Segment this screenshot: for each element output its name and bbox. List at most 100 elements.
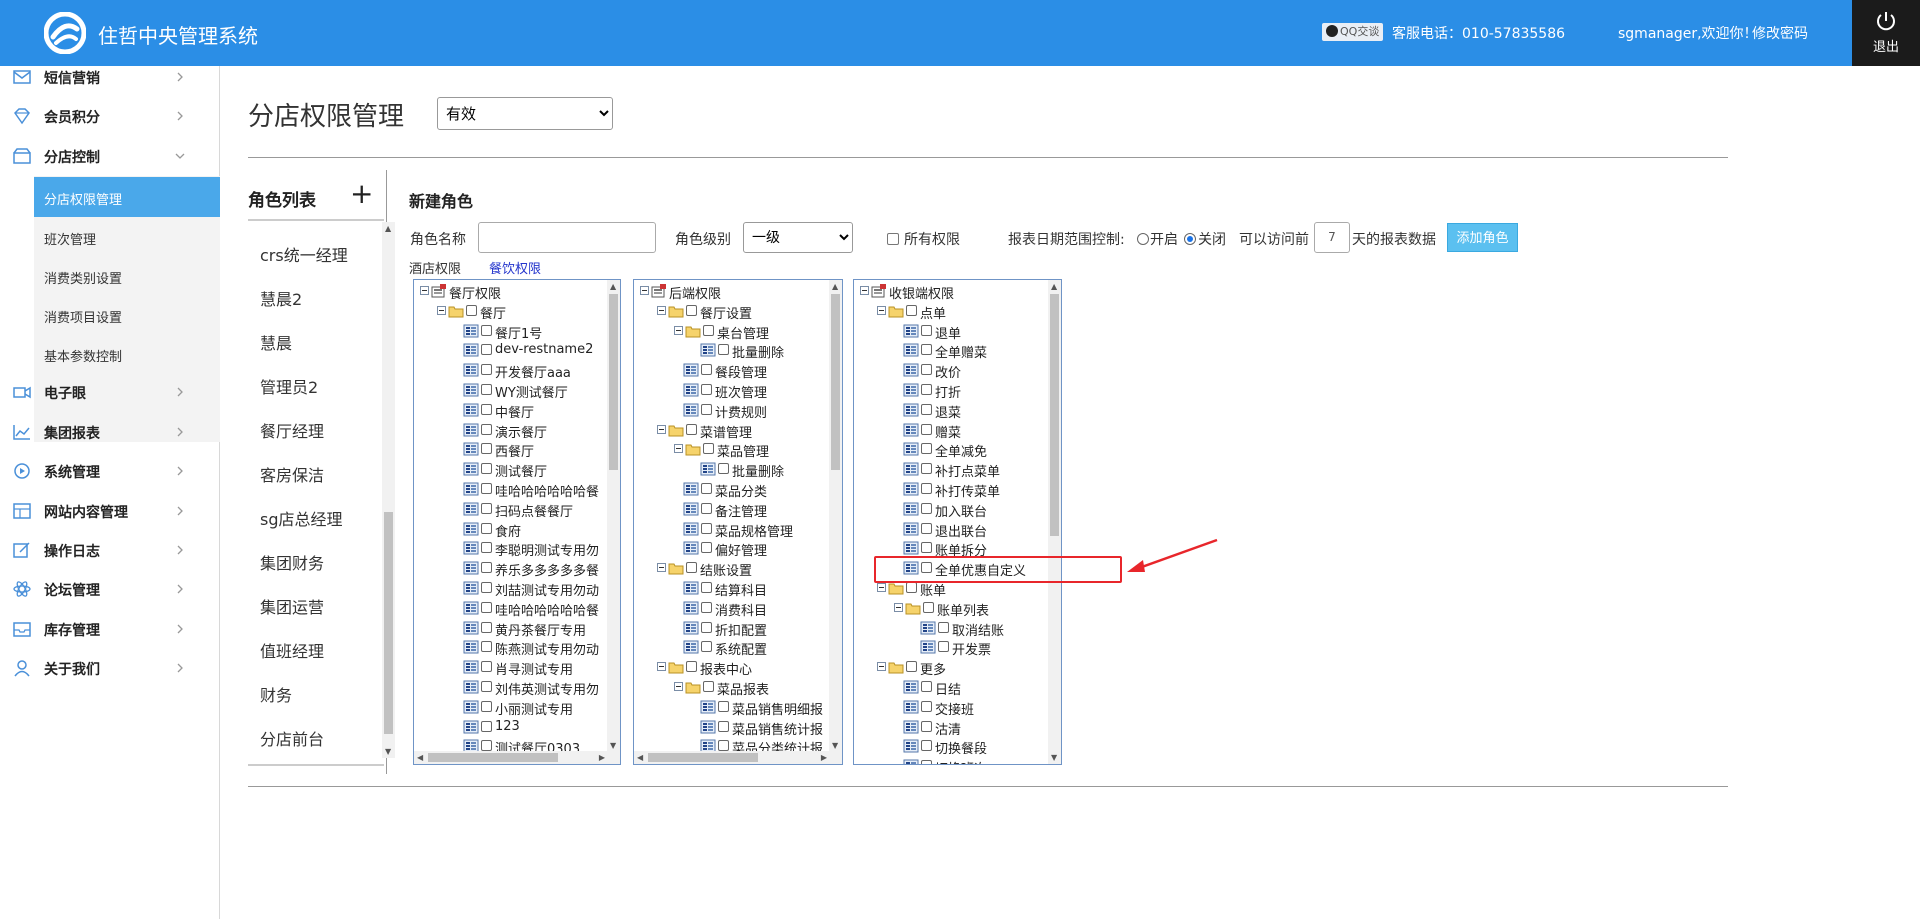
tree-node[interactable]: 取消结账 xyxy=(854,620,1061,639)
roles-scrollbar[interactable]: ▲ ▼ xyxy=(382,222,395,758)
tree-node-checkbox[interactable] xyxy=(686,562,697,574)
submenu-shift-management[interactable]: 班次管理 xyxy=(34,217,220,257)
role-list-item[interactable]: 值班经理 xyxy=(260,638,324,662)
tab-hotel-permissions[interactable]: 酒店权限 xyxy=(409,258,461,277)
tree-node[interactable]: 退菜 xyxy=(854,402,1061,421)
tree-node-checkbox[interactable] xyxy=(481,502,492,514)
tree-node[interactable]: 班次管理 xyxy=(634,382,842,401)
tree-node-checkbox[interactable] xyxy=(481,661,492,673)
tree-node-checkbox[interactable] xyxy=(906,582,917,593)
tree-node-checkbox[interactable] xyxy=(481,740,492,752)
scroll-up-icon[interactable]: ▲ xyxy=(832,282,838,291)
tree-node-checkbox[interactable] xyxy=(701,542,712,554)
tree-node-checkbox[interactable] xyxy=(921,324,932,336)
submenu-basic-params[interactable]: 基本参数控制 xyxy=(34,334,220,374)
sidebar-item-sms[interactable]: 短信营销 xyxy=(0,58,220,98)
role-list-item[interactable]: 集团运营 xyxy=(260,594,324,618)
tree-node[interactable]: 系统配置 xyxy=(634,639,842,658)
sidebar-item-operation-log[interactable]: 操作日志 xyxy=(0,531,220,571)
scrollbar-thumb[interactable] xyxy=(428,753,558,762)
tree-node-checkbox[interactable] xyxy=(921,522,932,534)
tree-node-checkbox[interactable] xyxy=(481,463,492,475)
role-list-item[interactable]: 慧晨2 xyxy=(260,286,302,310)
tree-node-checkbox[interactable] xyxy=(481,681,492,692)
tree-node-checkbox[interactable] xyxy=(718,700,729,712)
role-list-item[interactable]: 管理员2 xyxy=(260,374,318,398)
tree-node-checkbox[interactable] xyxy=(701,522,712,534)
tree-node-checkbox[interactable] xyxy=(686,304,697,316)
scroll-up-icon[interactable]: ▲ xyxy=(610,282,616,291)
tree-node[interactable]: 批量删除 xyxy=(634,461,842,480)
tree-collapse-toggle-icon[interactable] xyxy=(877,583,886,592)
tree-node-checkbox[interactable] xyxy=(481,601,492,613)
tree-node[interactable]: 餐段管理 xyxy=(634,362,842,381)
tree-node-checkbox[interactable] xyxy=(921,463,932,475)
tree-node[interactable]: 西餐厅 xyxy=(414,441,620,460)
tree-node-checkbox[interactable] xyxy=(921,483,932,494)
tree-node-checkbox[interactable] xyxy=(481,324,492,336)
tree-node-checkbox[interactable] xyxy=(481,364,492,376)
tree-node[interactable]: 偏好管理 xyxy=(634,540,842,559)
tree-hscroll[interactable]: ◀ ▶ xyxy=(634,751,830,764)
tree-node[interactable]: 报表中心 xyxy=(634,659,842,678)
tree-node[interactable]: 补打传菜单 xyxy=(854,481,1061,500)
tree-node[interactable]: 日结 xyxy=(854,679,1061,698)
tree-node[interactable]: 补打点菜单 xyxy=(854,461,1061,480)
role-list-item[interactable]: sg店总经理 xyxy=(260,506,343,530)
report-close-radio[interactable] xyxy=(1184,233,1196,245)
tree-node[interactable]: 菜谱管理 xyxy=(634,422,842,441)
change-password-link[interactable]: 修改密码 xyxy=(1752,23,1808,43)
tree-node[interactable]: 批量删除 xyxy=(634,342,842,361)
tree-node[interactable]: dev-restname2 xyxy=(414,342,620,360)
tree-node-checkbox[interactable] xyxy=(923,601,934,613)
tree-node[interactable]: 加入联台 xyxy=(854,501,1061,520)
tree-node-checkbox[interactable] xyxy=(921,720,932,732)
tree-node-checkbox[interactable] xyxy=(921,502,932,514)
sidebar-item-system[interactable]: 系统管理 xyxy=(0,452,220,492)
tree-node[interactable]: 打折 xyxy=(854,382,1061,401)
scrollbar-thumb[interactable] xyxy=(609,294,618,470)
tree-node-checkbox[interactable] xyxy=(718,720,729,732)
tree-node[interactable]: 收银端权限 xyxy=(854,283,1061,302)
scroll-down-icon[interactable]: ▼ xyxy=(610,741,616,750)
role-list-item[interactable]: crs统一经理 xyxy=(260,242,348,266)
scrollbar-thumb[interactable] xyxy=(648,753,758,762)
tree-node[interactable]: 菜品销售明细报 xyxy=(634,699,842,718)
tree-collapse-toggle-icon[interactable] xyxy=(657,424,666,434)
tree-collapse-toggle-icon[interactable] xyxy=(420,286,429,295)
tree-node-checkbox[interactable] xyxy=(701,621,712,633)
tree-node[interactable]: 菜品销售统计报 xyxy=(634,719,842,738)
tree-node-checkbox[interactable] xyxy=(921,542,932,554)
sidebar-item-group-reports[interactable]: 集团报表 xyxy=(0,413,220,453)
tree-node[interactable]: 哇哈哈哈哈哈哈餐 xyxy=(414,600,620,619)
tree-node[interactable]: 退单 xyxy=(854,323,1061,342)
tree-node-checkbox[interactable] xyxy=(703,443,714,455)
tree-node[interactable]: 小丽测试专用 xyxy=(414,699,620,718)
sidebar-item-e-eye[interactable]: 电子眼 xyxy=(0,373,220,413)
tree-node-checkbox[interactable] xyxy=(686,661,697,673)
tree-node-checkbox[interactable] xyxy=(921,740,932,752)
tree-node[interactable]: 切换餐段 xyxy=(854,738,1061,757)
tree-node[interactable]: 菜品分类 xyxy=(634,481,842,500)
tree-node[interactable]: 餐厅 xyxy=(414,303,620,322)
sidebar-item-website-content[interactable]: 网站内容管理 xyxy=(0,492,220,532)
tree-node-checkbox[interactable] xyxy=(481,344,492,356)
tree-node-checkbox[interactable] xyxy=(701,502,712,514)
tree-node[interactable]: 赠菜 xyxy=(854,422,1061,441)
tree-node[interactable]: 餐厅设置 xyxy=(634,303,842,322)
scroll-down-icon[interactable]: ▼ xyxy=(1051,753,1057,762)
tree-node[interactable]: 演示餐厅 xyxy=(414,422,620,441)
tree-node[interactable]: 123 xyxy=(414,719,620,737)
tree-node[interactable]: 后端权限 xyxy=(634,283,842,302)
logout-button[interactable]: 退出 xyxy=(1852,0,1920,66)
tree-node-checkbox[interactable] xyxy=(718,344,729,356)
tree-collapse-toggle-icon[interactable] xyxy=(877,305,886,315)
tree-node-checkbox[interactable] xyxy=(938,621,949,633)
sidebar-item-about-us[interactable]: 关于我们 xyxy=(0,649,220,689)
report-open-radio[interactable] xyxy=(1137,233,1149,245)
tree-node-checkbox[interactable] xyxy=(701,364,712,376)
tree-node[interactable]: 切换班次 xyxy=(854,758,1061,764)
tree-node[interactable]: 哇哈哈哈哈哈哈餐 xyxy=(414,481,620,500)
tree-node-checkbox[interactable] xyxy=(466,304,477,316)
tree-node[interactable]: 菜品规格管理 xyxy=(634,521,842,540)
